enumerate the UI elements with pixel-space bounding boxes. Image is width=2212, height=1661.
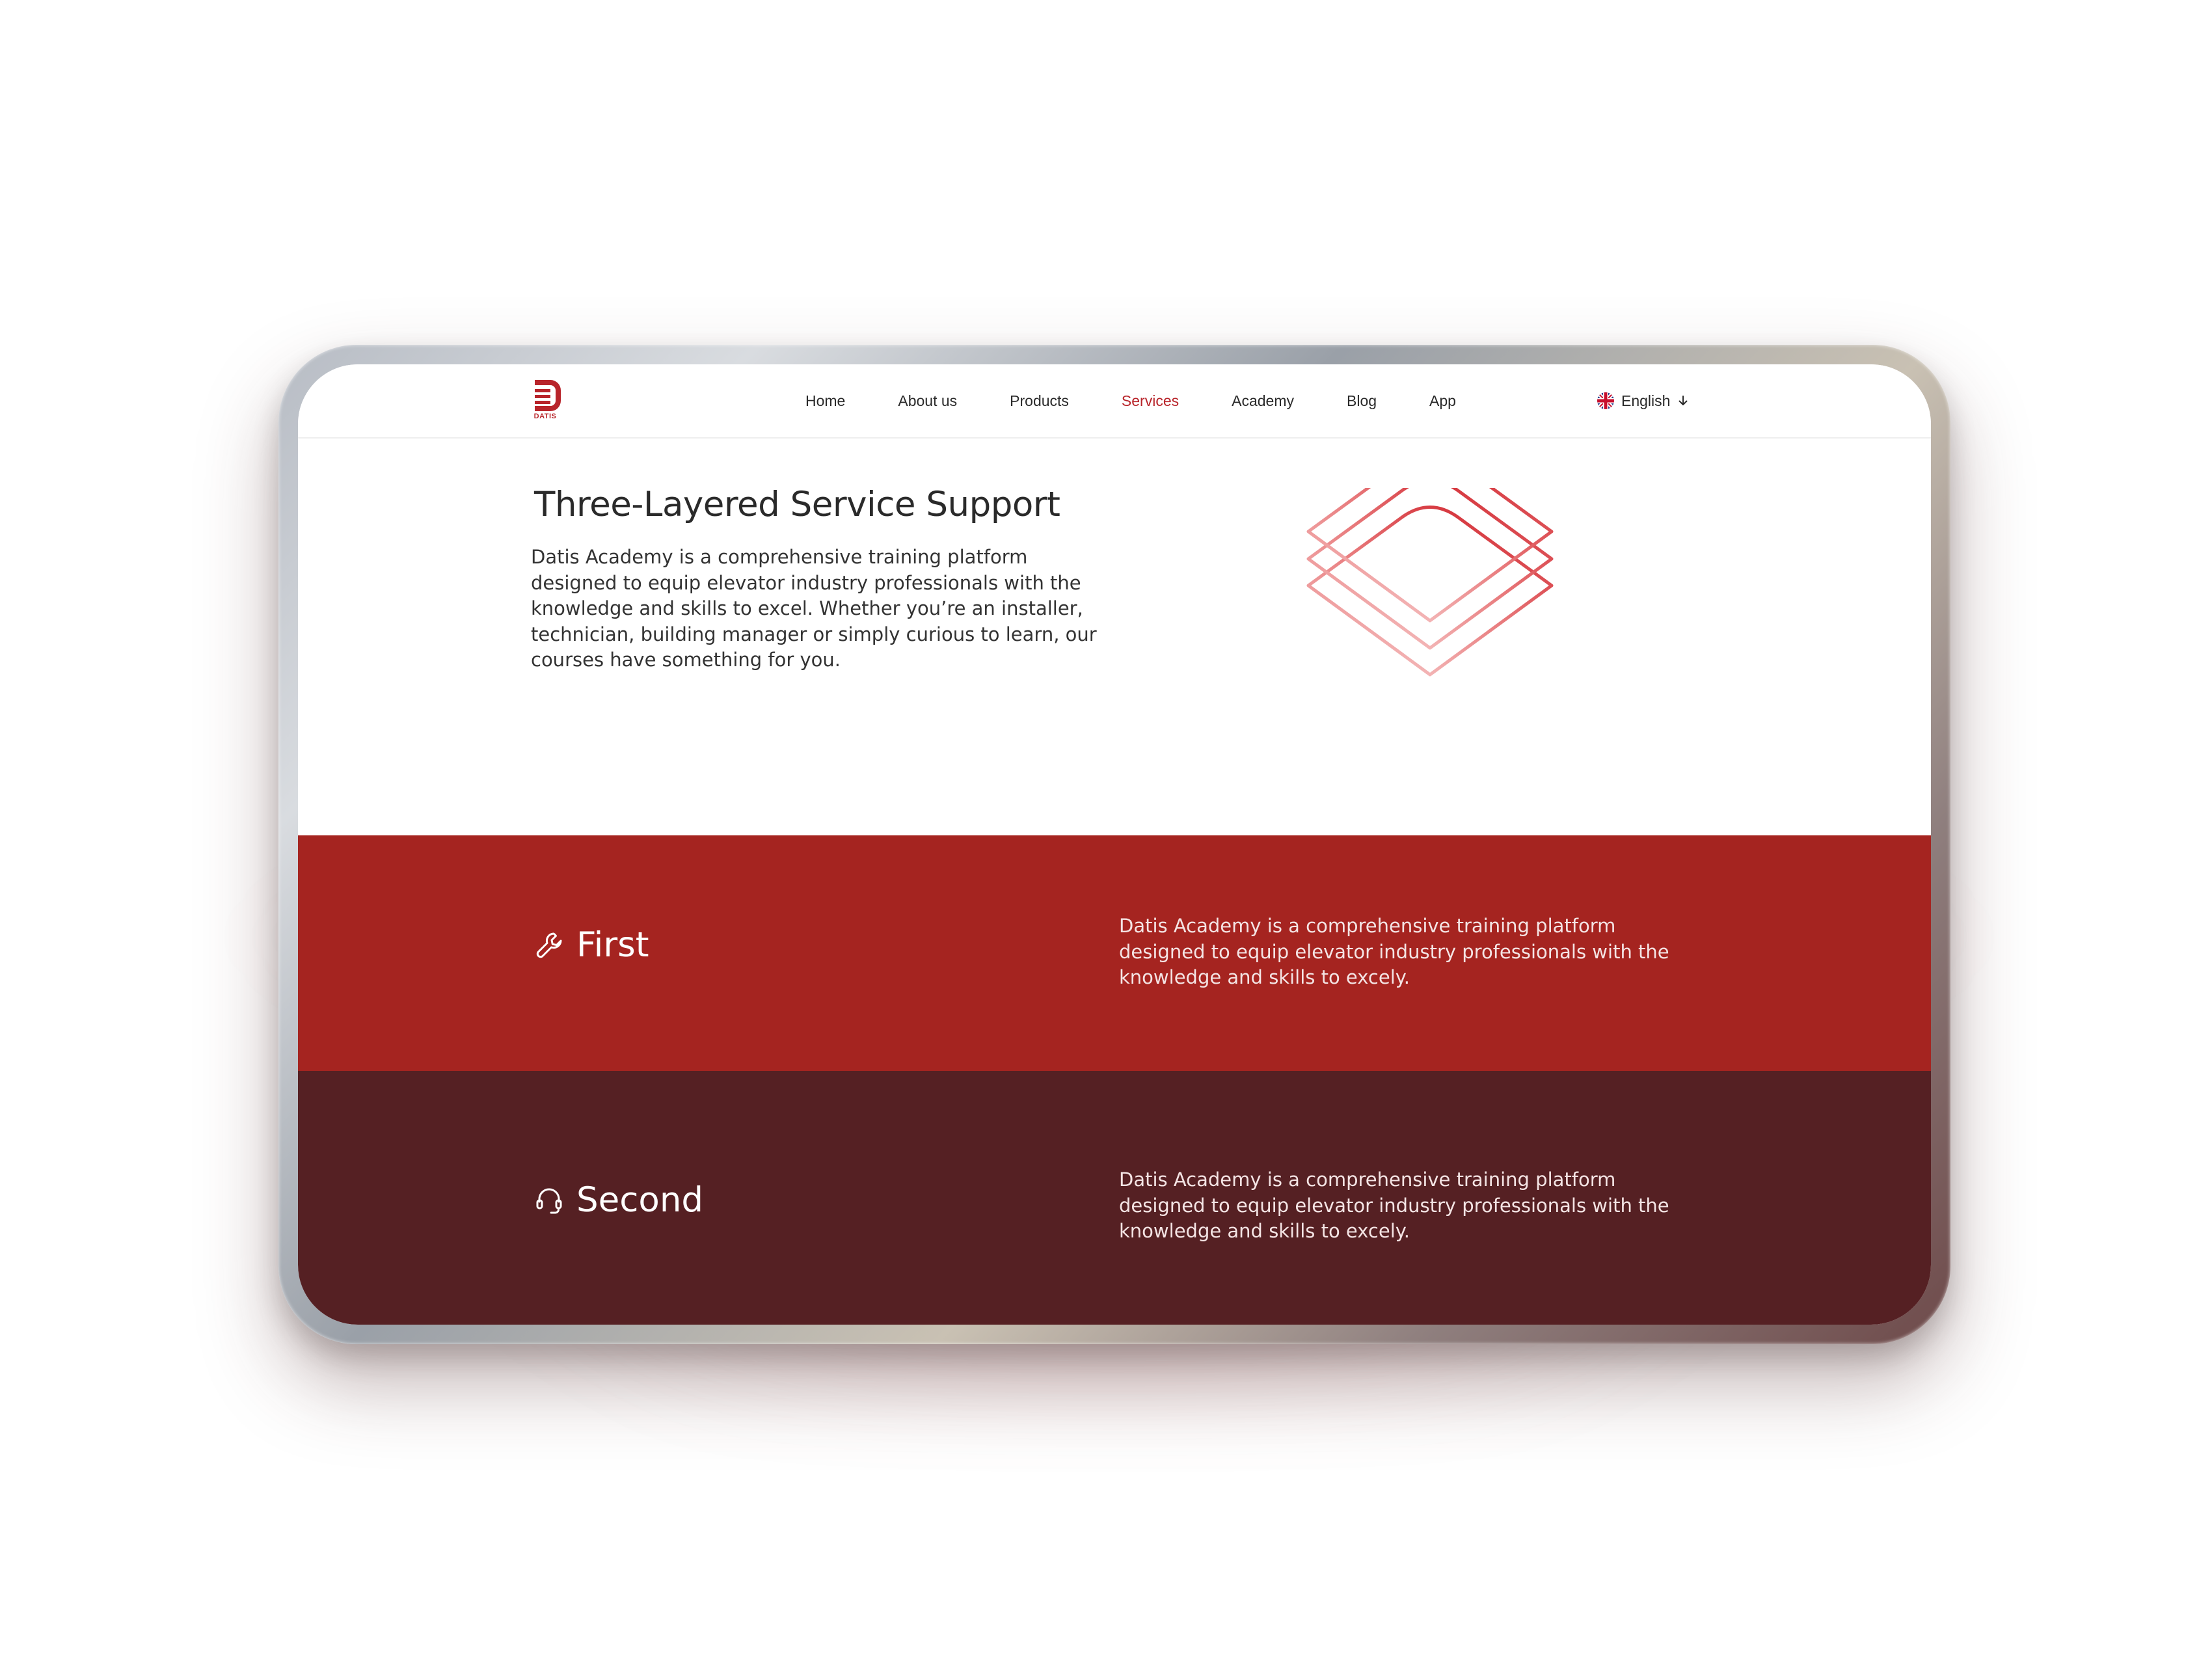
device-frame: DATIS Home About us Products Services Ac… [278, 345, 1950, 1344]
nav-item-blog[interactable]: Blog [1347, 392, 1377, 410]
hero-description: Datis Academy is a comprehensive trainin… [531, 546, 1097, 671]
service-band-second: Second Datis Academy is a comprehensive … [298, 1071, 1931, 1325]
wrench-icon [536, 932, 562, 958]
service-description-second: Datis Academy is a comprehensive trainin… [1119, 1168, 1669, 1242]
nav-item-home[interactable]: Home [805, 392, 845, 410]
arrow-down-icon [1679, 396, 1688, 405]
main-menu: Home About us Products Services Academy … [805, 364, 1456, 437]
datis-logo[interactable]: DATIS [526, 377, 565, 424]
layers-illustration-icon [1306, 488, 1554, 677]
nav-item-products[interactable]: Products [1010, 392, 1069, 410]
nav-item-about-us[interactable]: About us [898, 392, 957, 410]
service-heading-second: Second [533, 1180, 703, 1220]
nav-item-services[interactable]: Services [1122, 392, 1179, 410]
service-band-first: First Datis Academy is a comprehensive t… [298, 835, 1931, 1071]
top-navigation: DATIS Home About us Products Services Ac… [298, 364, 1931, 439]
service-title-second: Second [576, 1180, 704, 1220]
datis-logo-icon [535, 380, 561, 411]
nav-item-academy[interactable]: Academy [1232, 392, 1294, 410]
service-description-first: Datis Academy is a comprehensive trainin… [1119, 915, 1669, 988]
page-title: Three-Layered Service Support [534, 485, 1060, 524]
service-heading-first: First [533, 925, 649, 965]
headset-icon [536, 1188, 562, 1213]
language-selector[interactable]: English [1597, 364, 1690, 437]
service-title-first: First [576, 925, 649, 965]
nav-item-app[interactable]: App [1429, 392, 1456, 410]
browser-screen: DATIS Home About us Products Services Ac… [298, 364, 1931, 1325]
uk-flag-icon [1597, 392, 1614, 409]
language-label: English [1621, 392, 1671, 409]
logo-wordmark: DATIS [533, 412, 557, 420]
